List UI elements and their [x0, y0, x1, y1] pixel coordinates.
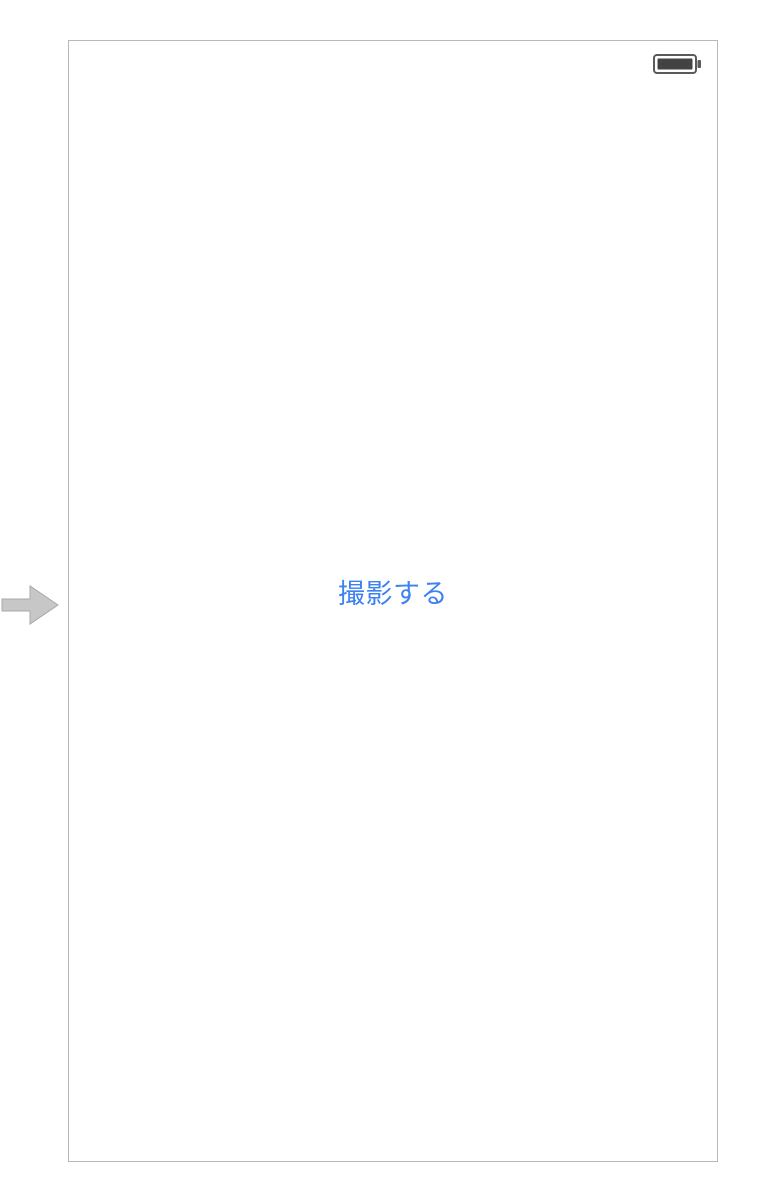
device-frame: 撮影する [68, 40, 718, 1162]
capture-button[interactable]: 撮影する [338, 572, 448, 611]
main-content: 撮影する [69, 41, 717, 1161]
pointer-arrow-icon [0, 574, 62, 636]
